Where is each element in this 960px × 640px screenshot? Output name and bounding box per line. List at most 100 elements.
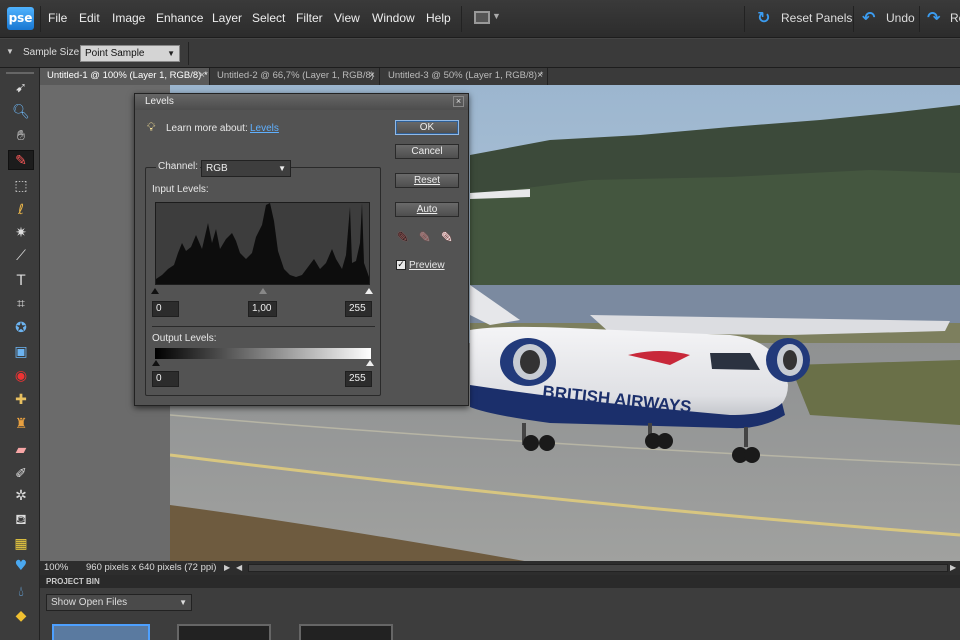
- levels-dialog: Levels × 💡︎ Learn more about: Levels Cha…: [134, 93, 469, 406]
- gray-point-eyedropper-icon[interactable]: ✎: [419, 230, 431, 246]
- undo-icon[interactable]: ↶: [862, 8, 875, 27]
- paint-bucket-icon[interactable]: ⛾: [8, 510, 34, 530]
- toolbox: ➹ 🔍︎ ✋︎ ✎ ⬚ ℓ ✷ ⟋ T ⌗ ✪ ▣ ◉ ✚ ♜ ▰ ✐ ✲ ⛾ …: [0, 68, 40, 640]
- menu-select[interactable]: Select: [252, 11, 285, 25]
- blur-icon[interactable]: 💧︎: [8, 582, 34, 602]
- scroll-right-icon[interactable]: ▶: [950, 561, 956, 575]
- clone-stamp-icon[interactable]: ♜: [8, 414, 34, 434]
- menu-window[interactable]: Window: [372, 11, 415, 25]
- close-icon[interactable]: ×: [369, 68, 375, 84]
- sample-size-value: Point Sample: [85, 48, 145, 59]
- magic-wand-icon[interactable]: ✷: [8, 223, 34, 243]
- preview-label: Preview: [409, 260, 445, 271]
- input-gamma-field[interactable]: 1,00: [248, 301, 277, 317]
- menu-layer[interactable]: Layer: [212, 11, 242, 25]
- options-bar: ▼ Sample Size: Point Sample ▼: [0, 39, 960, 68]
- channel-value: RGB: [206, 163, 228, 174]
- thumbnail-untitled-3[interactable]: [299, 624, 393, 640]
- hand-icon[interactable]: ✋︎: [8, 126, 34, 146]
- status-menu-arrow-icon[interactable]: ▶: [224, 561, 230, 575]
- cookie-cutter-icon[interactable]: ✪: [8, 318, 34, 338]
- output-white-field[interactable]: 255: [345, 371, 372, 387]
- move-icon[interactable]: ➹: [8, 78, 34, 98]
- show-open-files-value: Show Open Files: [51, 597, 128, 608]
- smart-brush-icon[interactable]: ✲: [8, 486, 34, 506]
- input-slider[interactable]: [151, 286, 373, 294]
- straighten-icon[interactable]: ▣: [8, 342, 34, 362]
- quick-selection-icon[interactable]: ⟋: [8, 246, 34, 266]
- zoom-icon[interactable]: 🔍︎: [8, 102, 34, 122]
- reset-panels-button[interactable]: Reset Panels: [781, 11, 852, 25]
- menu-enhance[interactable]: Enhance: [156, 11, 203, 25]
- thumbnail-untitled-2[interactable]: [177, 624, 271, 640]
- output-black-slider-handle[interactable]: [152, 360, 160, 366]
- thumbnail-untitled-1[interactable]: [52, 624, 150, 640]
- menu-file[interactable]: File: [48, 11, 67, 25]
- output-white-slider-handle[interactable]: [366, 360, 374, 366]
- auto-button[interactable]: Auto: [395, 202, 459, 217]
- crop-icon[interactable]: ⌗: [8, 294, 34, 314]
- shape-icon[interactable]: ♥: [8, 556, 34, 576]
- tab-label: Untitled-3 @ 50% (Layer 1, RGB/8) *: [388, 70, 544, 81]
- menu-edit[interactable]: Edit: [79, 11, 100, 25]
- tool-preset-chevron-icon[interactable]: ▼: [6, 47, 14, 56]
- tab-untitled-1[interactable]: Untitled-1 @ 100% (Layer 1, RGB/8) * ×: [40, 68, 210, 85]
- channel-label: Channel:: [156, 161, 201, 172]
- input-black-slider-handle[interactable]: [151, 288, 159, 294]
- learn-more-link[interactable]: Levels: [250, 123, 279, 134]
- healing-brush-icon[interactable]: ✚: [8, 390, 34, 410]
- lightbulb-icon: 💡︎: [147, 120, 156, 134]
- project-bin-title: PROJECT BIN: [40, 575, 960, 588]
- menu-image[interactable]: Image: [112, 11, 145, 25]
- input-white-slider-handle[interactable]: [365, 288, 373, 294]
- type-icon[interactable]: T: [8, 271, 34, 291]
- gradient-icon[interactable]: ▦: [8, 534, 34, 554]
- chevron-down-icon: ▼: [167, 49, 175, 58]
- sample-size-select[interactable]: Point Sample ▼: [80, 45, 180, 62]
- sponge-icon[interactable]: ◆: [8, 606, 34, 626]
- tab-untitled-3[interactable]: Untitled-3 @ 50% (Layer 1, RGB/8) * ×: [381, 68, 548, 85]
- menu-filter[interactable]: Filter: [296, 11, 323, 25]
- toolbox-grip[interactable]: [6, 72, 34, 74]
- chevron-down-icon[interactable]: ▼: [492, 11, 501, 21]
- lasso-icon[interactable]: ℓ: [8, 200, 34, 220]
- separator: [461, 6, 462, 32]
- separator: [919, 6, 920, 32]
- black-point-eyedropper-icon[interactable]: ✎: [397, 230, 409, 246]
- marquee-icon[interactable]: ⬚: [8, 176, 34, 196]
- redo-icon[interactable]: ↷: [927, 8, 940, 27]
- white-point-eyedropper-icon[interactable]: ✎: [441, 230, 453, 246]
- scroll-left-icon[interactable]: ◀: [236, 561, 242, 575]
- reset-button[interactable]: Reset: [395, 173, 459, 188]
- output-black-field[interactable]: 0: [152, 371, 179, 387]
- eyedropper-icon[interactable]: ✎: [8, 150, 34, 170]
- menu-help[interactable]: Help: [426, 11, 451, 25]
- undo-button[interactable]: Undo: [886, 11, 915, 25]
- close-icon[interactable]: ×: [453, 96, 464, 107]
- brush-icon[interactable]: ✐: [8, 464, 34, 484]
- histogram-graph: [156, 203, 369, 284]
- eraser-icon[interactable]: ▰: [8, 440, 34, 460]
- horizontal-scrollbar[interactable]: [248, 564, 948, 572]
- menu-view[interactable]: View: [334, 11, 360, 25]
- input-gamma-slider-handle[interactable]: [259, 288, 267, 294]
- project-bin: PROJECT BIN Show Open Files ▼: [40, 575, 960, 640]
- tab-untitled-2[interactable]: Untitled-2 @ 66,7% (Layer 1, RGB/8) * ×: [210, 68, 380, 97]
- separator: [40, 6, 41, 32]
- dialog-title-bar[interactable]: Levels ×: [135, 94, 468, 110]
- close-icon[interactable]: ×: [199, 68, 205, 84]
- input-black-field[interactable]: 0: [152, 301, 179, 317]
- cancel-button[interactable]: Cancel: [395, 144, 459, 159]
- ok-button[interactable]: OK: [395, 120, 459, 135]
- zoom-level[interactable]: 100%: [44, 561, 68, 575]
- reset-panels-icon[interactable]: ↻: [757, 8, 770, 27]
- layout-icon[interactable]: [474, 11, 490, 24]
- red-eye-icon[interactable]: ◉: [8, 366, 34, 386]
- show-open-files-select[interactable]: Show Open Files ▼: [46, 594, 192, 611]
- redo-button[interactable]: Re: [950, 11, 960, 25]
- sample-size-label: Sample Size:: [23, 47, 82, 58]
- input-white-field[interactable]: 255: [345, 301, 372, 317]
- channel-select[interactable]: RGB ▼: [201, 160, 291, 177]
- close-icon[interactable]: ×: [537, 68, 543, 84]
- preview-checkbox[interactable]: ✓: [396, 260, 406, 270]
